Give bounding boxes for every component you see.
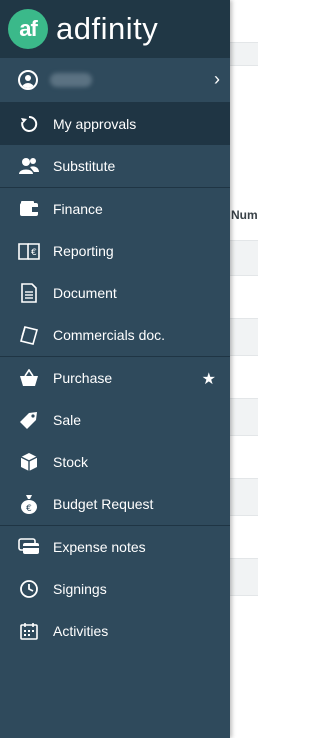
menu-item-label: Purchase	[53, 370, 113, 386]
navigation-drawer: af adfinity › My approvals Substitute Fi…	[0, 0, 230, 738]
column-header: Num	[231, 208, 258, 222]
menu-item-signings[interactable]: Signings	[0, 568, 230, 610]
price-tag-icon	[18, 409, 40, 431]
background-page: Num	[230, 0, 258, 738]
menu-item-commercials-doc[interactable]: Commercials doc.	[0, 314, 230, 356]
menu-item-finance[interactable]: Finance	[0, 187, 230, 230]
main-menu: My approvals Substitute Finance € Report…	[0, 103, 230, 652]
svg-text:€: €	[26, 504, 32, 514]
document-icon	[18, 282, 40, 304]
menu-item-label: Signings	[53, 581, 107, 597]
menu-item-document[interactable]: Document	[0, 272, 230, 314]
menu-item-label: Document	[53, 285, 117, 301]
clock-icon	[18, 578, 40, 600]
menu-item-activities[interactable]: Activities	[0, 610, 230, 652]
calendar-icon	[18, 620, 40, 642]
menu-item-budget-request[interactable]: € Budget Request	[0, 483, 230, 525]
menu-item-sale[interactable]: Sale	[0, 399, 230, 441]
basket-icon	[18, 367, 40, 389]
menu-item-label: Finance	[53, 201, 103, 217]
brand-name: adfinity	[56, 11, 159, 46]
table-row	[230, 240, 258, 276]
user-profile-row[interactable]: ›	[0, 58, 230, 103]
users-icon	[18, 155, 40, 177]
menu-item-label: Stock	[53, 454, 89, 470]
menu-item-label: Sale	[53, 412, 82, 428]
euro-book-icon: €	[18, 240, 40, 262]
box-icon	[18, 451, 40, 473]
papers-icon	[18, 324, 40, 346]
menu-item-label: Substitute	[53, 158, 116, 174]
menu-item-label: Reporting	[53, 243, 114, 259]
user-circle-icon	[18, 70, 38, 90]
menu-item-stock[interactable]: Stock	[0, 441, 230, 483]
menu-item-label: Activities	[53, 623, 109, 639]
svg-text:€: €	[31, 248, 37, 258]
table-row	[230, 398, 258, 436]
table-row	[230, 478, 258, 516]
menu-item-substitute[interactable]: Substitute	[0, 145, 230, 187]
menu-item-label: Commercials doc.	[53, 327, 166, 343]
table-row	[230, 558, 258, 596]
wallet-icon	[18, 198, 40, 220]
chevron-right-icon[interactable]: ›	[214, 70, 220, 88]
brand-logo-mark: af	[8, 9, 48, 49]
menu-item-my-approvals[interactable]: My approvals	[0, 103, 230, 145]
menu-item-label: Expense notes	[53, 539, 146, 555]
favorite-star-icon[interactable]: ★	[202, 369, 216, 389]
menu-item-purchase[interactable]: Purchase ★	[0, 356, 230, 399]
cards-icon	[18, 536, 40, 558]
menu-item-label: Budget Request	[53, 496, 154, 512]
refresh-icon	[18, 113, 40, 135]
menu-item-reporting[interactable]: € Reporting	[0, 230, 230, 272]
user-name-redacted	[50, 73, 92, 87]
table-row	[230, 318, 258, 356]
money-bag-icon: €	[18, 493, 40, 515]
menu-item-label: My approvals	[53, 116, 137, 132]
table-row	[230, 42, 258, 66]
menu-item-expense-notes[interactable]: Expense notes	[0, 525, 230, 568]
brand-header: af adfinity	[0, 0, 230, 58]
